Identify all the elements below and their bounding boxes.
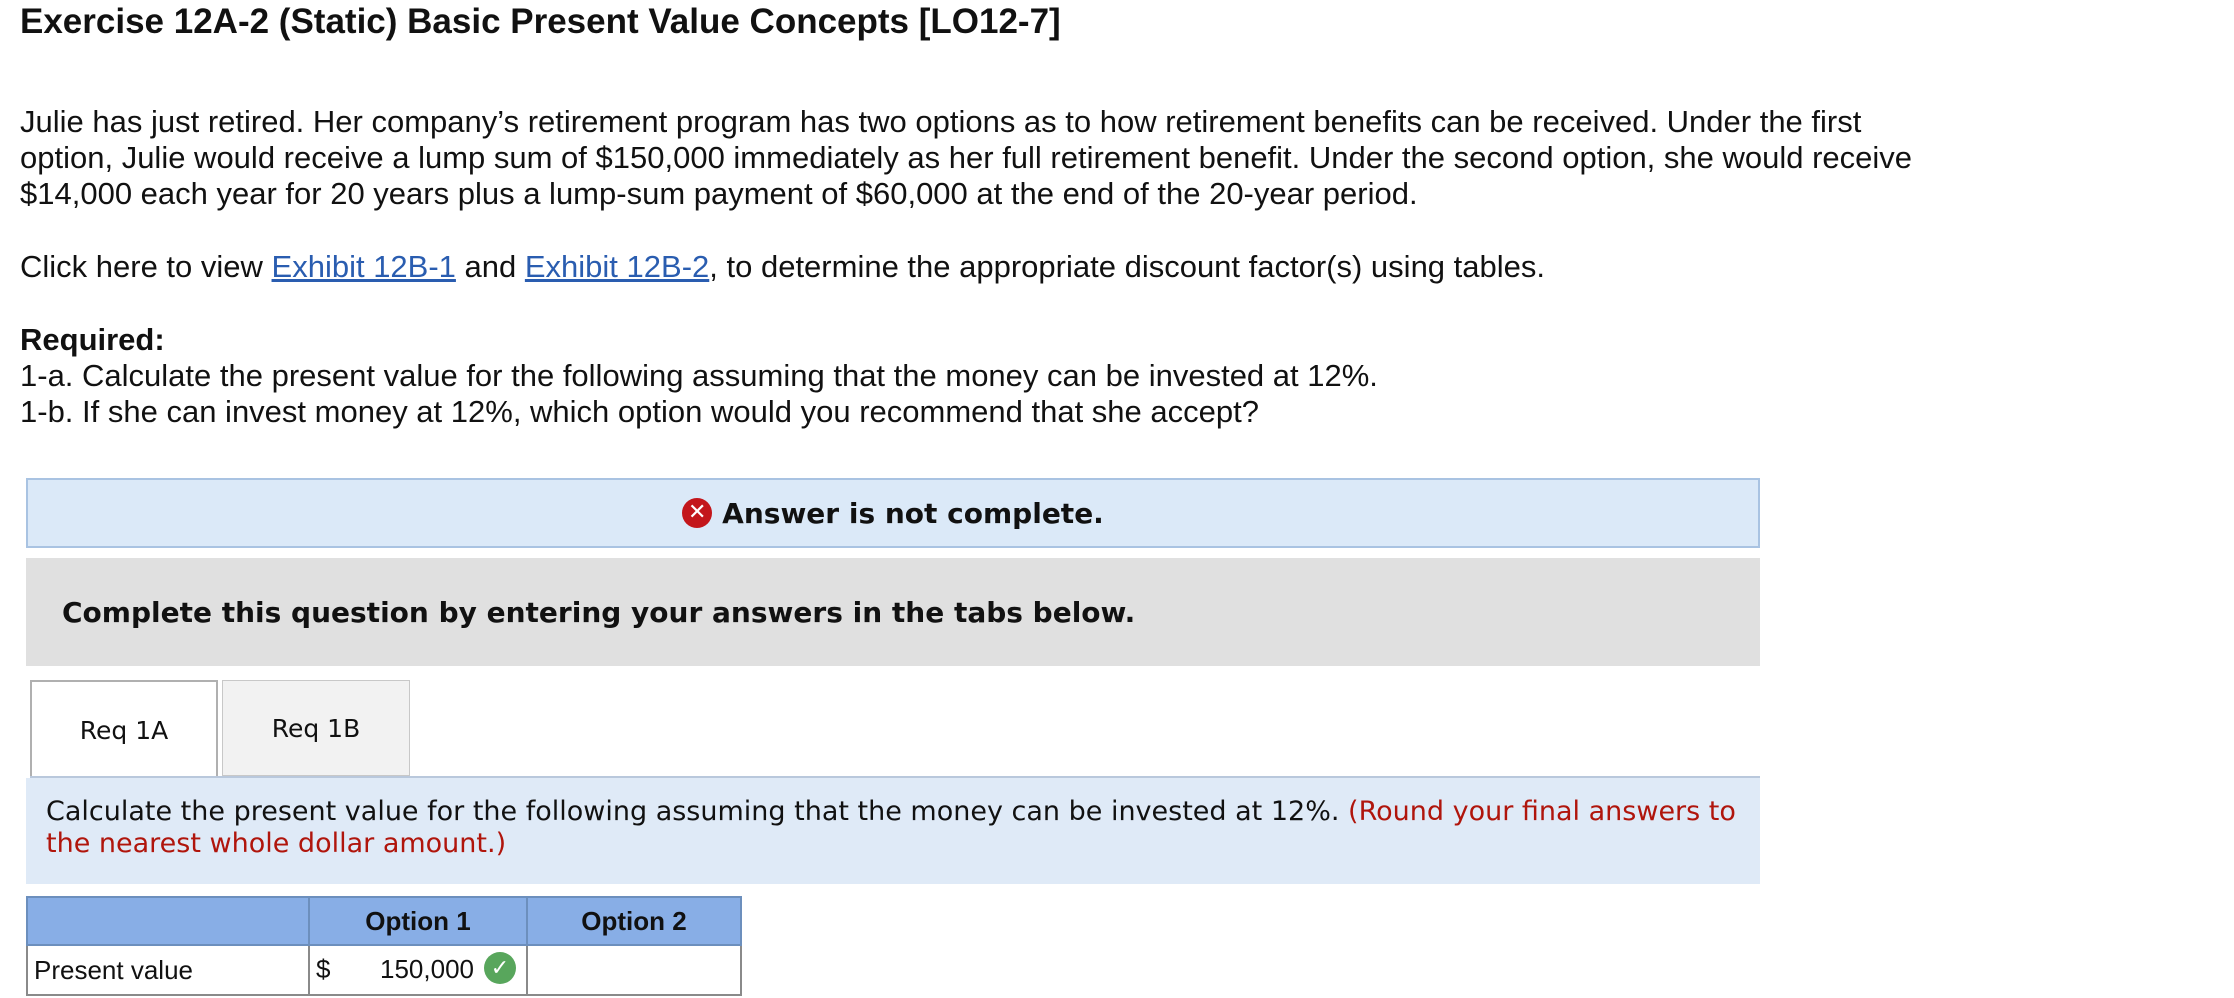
answer-status-text: Answer is not complete.	[722, 496, 1104, 530]
answer-status-banner: ✕ Answer is not complete.	[26, 478, 1760, 548]
question-prompt: Calculate the present value for the foll…	[26, 778, 1760, 884]
table-header-row: Option 1 Option 2	[26, 896, 742, 946]
answer-table: Option 1 Option 2 Present value $ 150,00…	[26, 896, 742, 996]
tab-req-1b[interactable]: Req 1B	[222, 680, 410, 776]
required-item-1b: 1-b. If she can invest money at 12%, whi…	[20, 394, 1259, 429]
required-item-1a: 1-a. Calculate the present value for the…	[20, 358, 1378, 393]
tab-req-1a[interactable]: Req 1A	[30, 680, 218, 778]
problem-paragraph: Julie has just retired. Her company’s re…	[20, 104, 1913, 211]
table-row: Present value $ 150,000 ✓	[26, 944, 742, 996]
option-1-present-value[interactable]: 150,000	[380, 954, 474, 985]
exhibit-sentence: Click here to view Exhibit 12B-1 and Exh…	[20, 249, 1545, 285]
currency-symbol: $	[316, 954, 331, 984]
header-option-2: Option 2	[526, 896, 742, 946]
instruction-text: Complete this question by entering your …	[62, 595, 1136, 629]
header-blank	[26, 896, 310, 946]
exhibit-and: and	[455, 249, 525, 284]
instruction-box: Complete this question by entering your …	[26, 558, 1760, 666]
header-option-1: Option 1	[308, 896, 528, 946]
x-circle-icon: ✕	[682, 498, 713, 528]
required-heading: Required:	[20, 322, 165, 357]
exhibit-prefix: Click here to view	[20, 249, 272, 284]
option-1-present-value-cell[interactable]: $ 150,000 ✓	[308, 944, 528, 996]
option-2-present-value-input[interactable]	[526, 944, 742, 996]
exhibit-12b-1-link[interactable]: Exhibit 12B-1	[272, 249, 456, 284]
prompt-text: Calculate the present value for the foll…	[46, 796, 1340, 827]
correct-check-icon: ✓	[484, 952, 516, 984]
exhibit-12b-2-link[interactable]: Exhibit 12B-2	[525, 249, 709, 284]
page: Exercise 12A-2 (Static) Basic Present Va…	[0, 0, 2234, 998]
row-label-present-value: Present value	[26, 944, 310, 996]
page-title: Exercise 12A-2 (Static) Basic Present Va…	[20, 2, 1061, 41]
exhibit-suffix: , to determine the appropriate discount …	[709, 249, 1545, 284]
required-section: Required: 1-a. Calculate the present val…	[20, 322, 1378, 430]
